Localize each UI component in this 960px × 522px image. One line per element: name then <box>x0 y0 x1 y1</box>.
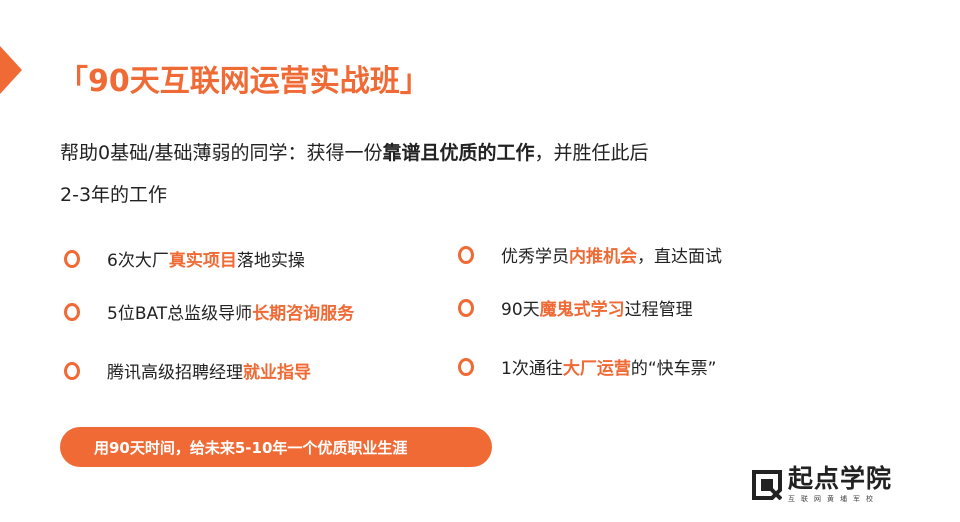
logo-name: 起点学院 <box>788 464 893 493</box>
feature-text-pre: 1次通往 <box>501 359 563 379</box>
feature-text-highlight: 真实项目 <box>168 251 237 271</box>
feature-item-left-1: 6次大厂 真实项目 落地实操 <box>64 246 305 271</box>
ring-bullet-icon <box>64 361 80 380</box>
page-subtitle: 帮助0基础/基础薄弱的同学：获得一份靠谱且优质的工作，并胜任此后 2-3年的工作 <box>60 132 780 216</box>
decorative-arrow <box>0 46 22 94</box>
feature-text-post: ，直达面试 <box>637 247 722 267</box>
feature-text-pre: 优秀学员 <box>501 247 569 267</box>
ring-bullet-icon <box>458 357 474 376</box>
feature-item-left-2: 5位BAT总监级导师 长期咨询服务 <box>64 299 354 324</box>
feature-item-left-3: 腾讯高级招聘经理 就业指导 <box>64 358 311 383</box>
subtitle-line-1: 帮助0基础/基础薄弱的同学：获得一份靠谱且优质的工作，并胜任此后 <box>60 132 780 174</box>
feature-item-right-2: 90天 魔鬼式学习 过程管理 <box>458 295 693 320</box>
feature-text-pre: 腾讯高级招聘经理 <box>107 363 243 383</box>
ring-bullet-icon <box>64 302 80 321</box>
subtitle-line-1-bold: 靠谱且优质的工作 <box>382 142 535 164</box>
feature-text-highlight: 长期咨询服务 <box>252 304 355 324</box>
feature-text-highlight: 大厂运营 <box>562 359 631 379</box>
feature-text-post: 的“快车票” <box>630 359 717 379</box>
feature-text-highlight: 内推机会 <box>569 247 637 267</box>
feature-text-highlight: 就业指导 <box>243 363 311 383</box>
ring-bullet-icon <box>64 249 80 268</box>
subtitle-line-1-post: ，并胜任此后 <box>534 142 649 164</box>
page-title: 「90天互联网运营实战班」 <box>58 64 430 99</box>
ring-bullet-icon <box>458 298 474 317</box>
ring-bullet-icon <box>458 245 474 264</box>
qidian-logo-icon <box>752 469 782 500</box>
feature-item-right-3: 1次通往 大厂运营 的“快车票” <box>458 354 716 379</box>
feature-text-highlight: 魔鬼式学习 <box>539 300 625 320</box>
feature-text-pre: 90天 <box>501 300 540 320</box>
feature-text-post: 落地实操 <box>236 251 305 271</box>
subtitle-line-2: 2-3年的工作 <box>60 184 168 206</box>
feature-text-pre: 5位BAT总监级导师 <box>107 304 253 324</box>
logo-text-group: 起点学院 互联网黄埔军校 <box>788 465 892 504</box>
brand-logo: 起点学院 互联网黄埔军校 <box>752 465 892 504</box>
feature-text-pre: 6次大厂 <box>107 251 169 271</box>
logo-tagline: 互联网黄埔军校 <box>788 495 879 503</box>
subtitle-line-1-pre: 帮助0基础/基础薄弱的同学：获得一份 <box>60 142 383 164</box>
feature-item-right-1: 优秀学员 内推机会 ，直达面试 <box>458 242 722 267</box>
slogan-text: 用90天时间，给未来5-10年一个优质职业生涯 <box>94 438 408 457</box>
feature-text-post: 过程管理 <box>624 300 693 320</box>
slogan-banner: 用90天时间，给未来5-10年一个优质职业生涯 <box>60 427 492 467</box>
